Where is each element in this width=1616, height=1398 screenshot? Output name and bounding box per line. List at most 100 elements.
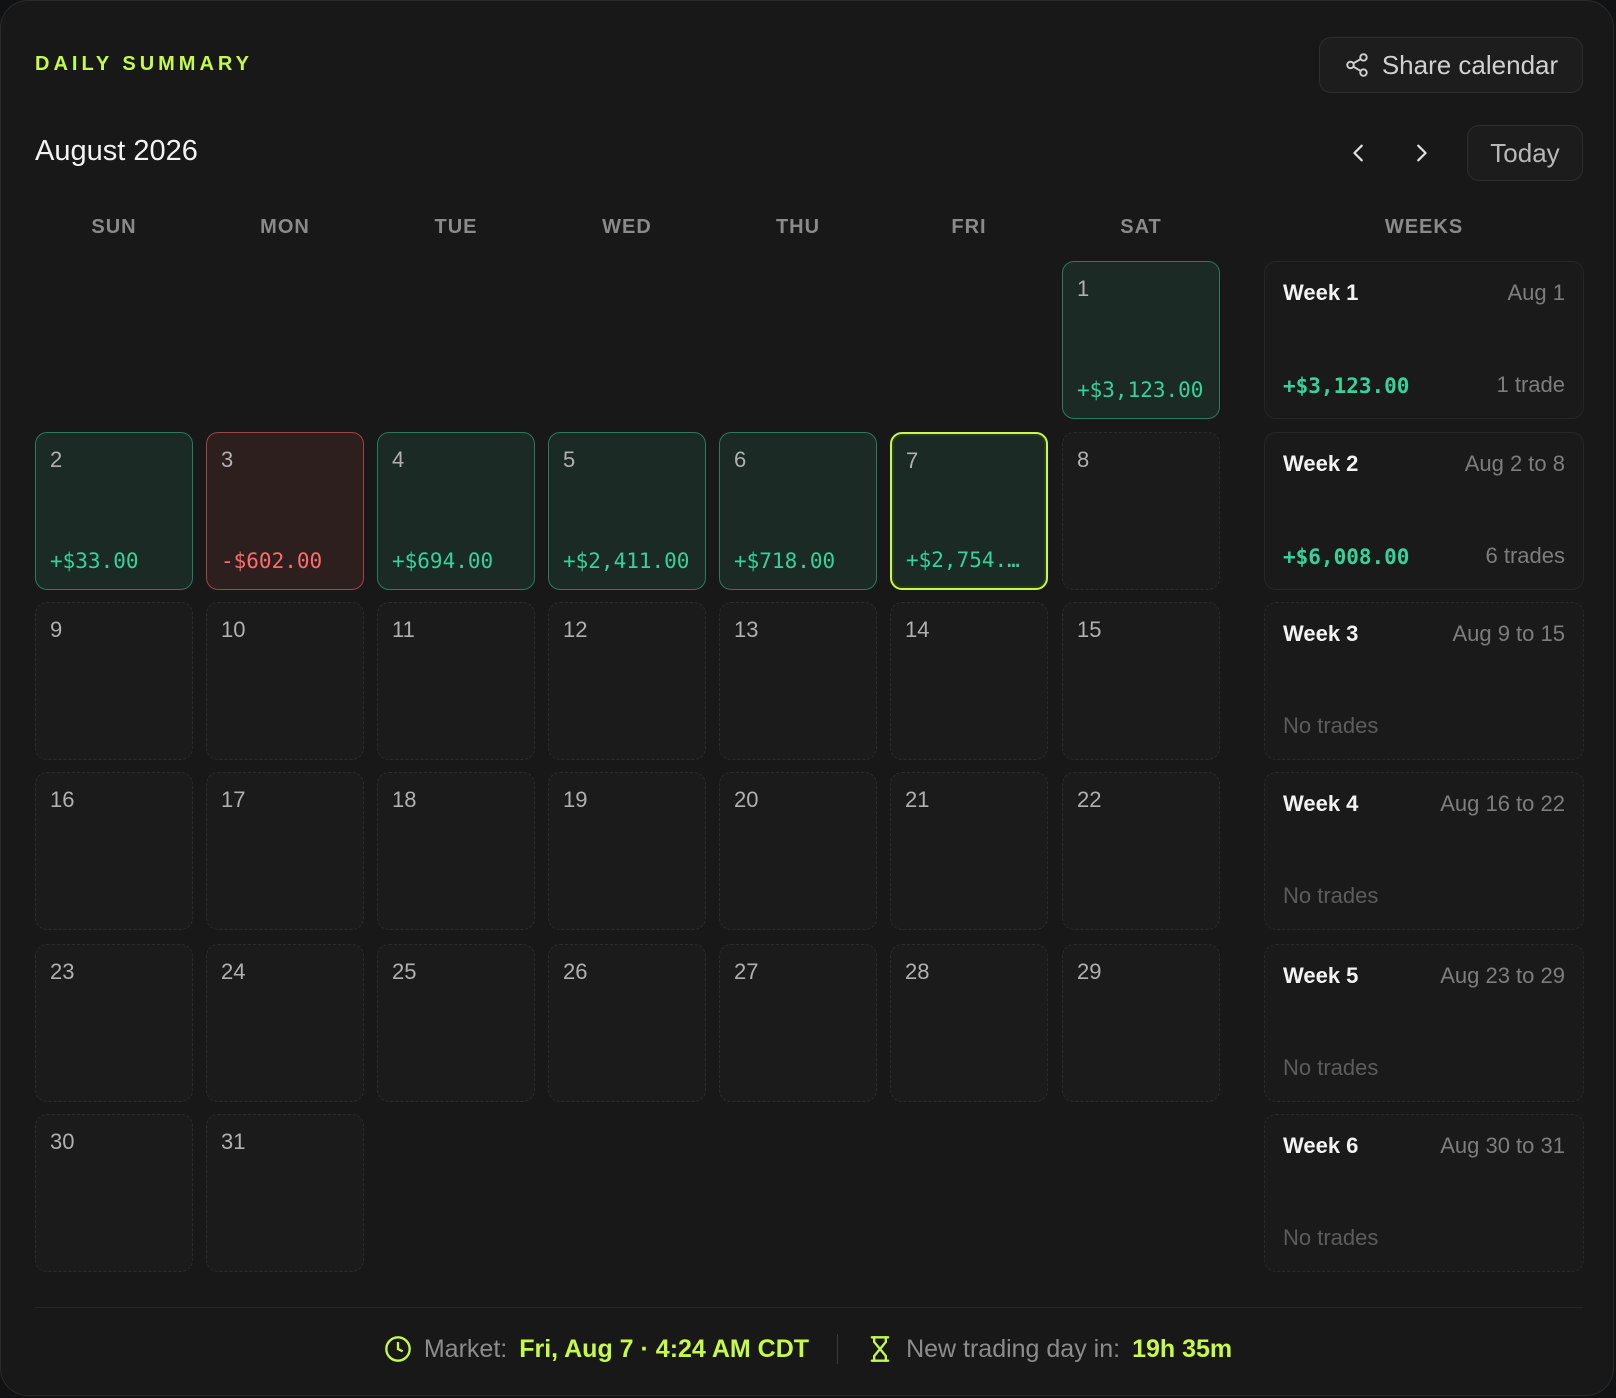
day-pnl: +$2,754.00 — [906, 548, 1032, 572]
day-cell-4[interactable]: 4 +$694.00 — [377, 432, 535, 590]
week-card-5[interactable]: Week 5 Aug 23 to 29 No trades — [1264, 944, 1584, 1102]
day-number: 30 — [50, 1129, 75, 1154]
week-card-4[interactable]: Week 4 Aug 16 to 22 No trades — [1264, 772, 1584, 930]
previous-month-button[interactable] — [1339, 133, 1379, 173]
day-cell-6[interactable]: 6 +$718.00 — [719, 432, 877, 590]
daily-summary-panel: DAILY SUMMARY Share calendar August 2026… — [0, 0, 1614, 1396]
week-pnl: +$6,008.00 — [1283, 545, 1410, 569]
day-number: 25 — [392, 959, 417, 984]
day-cell-15[interactable]: 15 — [1062, 602, 1220, 760]
day-cell-8[interactable]: 8 — [1062, 432, 1220, 590]
day-cell-9[interactable]: 9 — [35, 602, 193, 760]
next-trading-day-countdown: 19h 35m — [1132, 1334, 1233, 1363]
weeks-heading: WEEKS — [1384, 216, 1464, 238]
day-cell-28[interactable]: 28 — [890, 944, 1048, 1102]
week-date-range: Aug 30 to 31 — [1440, 1133, 1565, 1158]
day-cell-7[interactable]: 7 +$2,754.00 — [890, 432, 1048, 590]
weekday-header-tue: TUE — [434, 216, 478, 238]
day-number: 27 — [734, 959, 759, 984]
day-cell-20[interactable]: 20 — [719, 772, 877, 930]
day-cell-22[interactable]: 22 — [1062, 772, 1220, 930]
day-number: 6 — [734, 447, 747, 472]
day-pnl: +$694.00 — [392, 549, 494, 573]
day-cell-30[interactable]: 30 — [35, 1114, 193, 1272]
day-cell-24[interactable]: 24 — [206, 944, 364, 1102]
share-calendar-button[interactable]: Share calendar — [1319, 37, 1583, 93]
day-pnl: +$33.00 — [50, 549, 139, 573]
week-label: Week 2 — [1283, 451, 1359, 476]
day-pnl: -$602.00 — [221, 549, 323, 573]
day-cell-13[interactable]: 13 — [719, 602, 877, 760]
week-date-range: Aug 2 to 8 — [1464, 451, 1565, 476]
week-no-trades: No trades — [1283, 1225, 1379, 1250]
day-number: 26 — [563, 959, 588, 984]
day-cell-31[interactable]: 31 — [206, 1114, 364, 1272]
week-card-3[interactable]: Week 3 Aug 9 to 15 No trades — [1264, 602, 1584, 760]
week-card-1[interactable]: Week 1 Aug 1 +$3,123.00 1 trade — [1264, 261, 1584, 419]
weekday-header-sun: SUN — [91, 216, 137, 238]
week-date-range: Aug 23 to 29 — [1440, 963, 1565, 988]
day-number: 2 — [50, 447, 63, 472]
share-icon — [1346, 53, 1368, 77]
day-cell-21[interactable]: 21 — [890, 772, 1048, 930]
week-label: Week 6 — [1283, 1133, 1359, 1158]
week-trade-count: 6 trades — [1485, 543, 1566, 568]
chevron-right-icon — [1417, 144, 1427, 162]
day-cell-29[interactable]: 29 — [1062, 944, 1220, 1102]
footer-divider — [35, 1307, 1583, 1308]
day-cell-14[interactable]: 14 — [890, 602, 1048, 760]
next-trading-day-label: New trading day in: — [906, 1334, 1121, 1363]
day-cell-26[interactable]: 26 — [548, 944, 706, 1102]
week-date-range: Aug 16 to 22 — [1440, 791, 1565, 816]
market-label: Market: — [423, 1334, 508, 1363]
day-number: 15 — [1077, 617, 1102, 642]
day-number: 28 — [905, 959, 930, 984]
day-cell-10[interactable]: 10 — [206, 602, 364, 760]
day-number: 31 — [221, 1129, 246, 1154]
day-cell-25[interactable]: 25 — [377, 944, 535, 1102]
week-pnl: +$3,123.00 — [1283, 374, 1410, 398]
today-button[interactable]: Today — [1467, 125, 1583, 181]
market-status-bar: Market: Fri, Aug 7 · 4:24 AM CDT New tra… — [1, 1329, 1613, 1369]
day-number: 14 — [905, 617, 930, 642]
day-cell-5[interactable]: 5 +$2,411.00 — [548, 432, 706, 590]
hourglass-icon — [870, 1336, 890, 1362]
week-no-trades: No trades — [1283, 1055, 1379, 1080]
day-cell-23[interactable]: 23 — [35, 944, 193, 1102]
week-trade-count: 1 trade — [1496, 372, 1566, 397]
day-cell-2[interactable]: 2 +$33.00 — [35, 432, 193, 590]
day-number: 21 — [905, 787, 930, 812]
day-cell-12[interactable]: 12 — [548, 602, 706, 760]
week-label: Week 4 — [1283, 791, 1359, 816]
week-date-range: Aug 1 — [1507, 280, 1566, 305]
week-card-2[interactable]: Week 2 Aug 2 to 8 +$6,008.00 6 trades — [1264, 432, 1584, 590]
day-number: 16 — [50, 787, 75, 812]
day-number: 17 — [221, 787, 246, 812]
day-cell-27[interactable]: 27 — [719, 944, 877, 1102]
day-cell-1[interactable]: 1 +$3,123.00 — [1062, 261, 1220, 419]
day-cell-16[interactable]: 16 — [35, 772, 193, 930]
week-no-trades: No trades — [1283, 713, 1379, 738]
day-number: 8 — [1077, 447, 1090, 472]
day-cell-11[interactable]: 11 — [377, 602, 535, 760]
day-number: 22 — [1077, 787, 1102, 812]
next-month-button[interactable] — [1401, 133, 1441, 173]
weekday-header-mon: MON — [260, 216, 310, 238]
day-cell-3[interactable]: 3 -$602.00 — [206, 432, 364, 590]
week-date-range: Aug 9 to 15 — [1452, 621, 1565, 646]
market-time: Fri, Aug 7 · 4:24 AM CDT — [519, 1334, 810, 1363]
weekday-header-wed: WED — [602, 216, 652, 238]
week-no-trades: No trades — [1283, 883, 1379, 908]
day-cell-17[interactable]: 17 — [206, 772, 364, 930]
day-cell-19[interactable]: 19 — [548, 772, 706, 930]
week-card-6[interactable]: Week 6 Aug 30 to 31 No trades — [1264, 1114, 1584, 1272]
day-number: 9 — [50, 617, 63, 642]
day-number: 10 — [221, 617, 246, 642]
day-pnl: +$718.00 — [734, 549, 836, 573]
day-number: 29 — [1077, 959, 1102, 984]
day-cell-18[interactable]: 18 — [377, 772, 535, 930]
weekday-header-thu: THU — [775, 216, 821, 238]
day-number: 24 — [221, 959, 246, 984]
week-label: Week 3 — [1283, 621, 1359, 646]
chevron-left-icon — [1353, 144, 1363, 162]
